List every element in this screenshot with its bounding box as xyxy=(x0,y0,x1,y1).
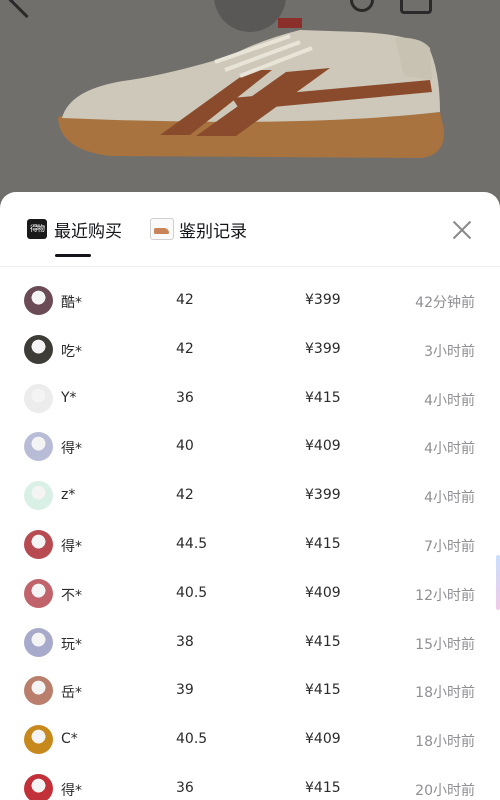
close-icon[interactable] xyxy=(450,218,474,242)
purchase-row: 玩* 38 ¥415 15小时前 xyxy=(0,619,500,668)
buyer-name: 玩* xyxy=(61,636,82,653)
user-avatar xyxy=(24,529,53,559)
buyer-name: C* xyxy=(61,731,78,748)
purchase-price: ¥409 xyxy=(305,731,341,748)
purchase-row: Y* 36 ¥415 4小时前 xyxy=(0,375,500,424)
purchase-time: 15小时前 xyxy=(415,636,475,653)
product-shoe-image xyxy=(58,18,445,158)
purchase-row: 得* 36 ¥415 20小时前 xyxy=(0,765,500,800)
buyer-name: 得* xyxy=(61,538,82,555)
buyer-name: 酷* xyxy=(61,295,82,311)
shoe-size: 42 xyxy=(176,292,194,308)
user-avatar xyxy=(24,773,53,800)
purchase-time: 3小时前 xyxy=(424,343,475,360)
user-avatar xyxy=(24,334,53,364)
purchase-time: 18小时前 xyxy=(415,734,475,751)
tab-authentication-records[interactable]: 鉴别记录 xyxy=(150,216,247,242)
user-avatar xyxy=(24,481,53,511)
purchase-time: 12小时前 xyxy=(415,587,475,604)
purchase-price: ¥415 xyxy=(305,535,341,552)
shoe-thumbnail-icon xyxy=(150,218,174,240)
sheet-header: 得物 最近购买 鉴别记录 xyxy=(0,192,500,267)
purchase-price: ¥415 xyxy=(305,682,341,699)
purchase-list: 酷* 42 ¥399 42分钟前 吃* 42 ¥399 3小时前 Y* 36 ¥415 4小时前 得* 4… xyxy=(0,277,500,800)
purchase-price: ¥399 xyxy=(305,487,341,504)
purchase-row: 岳* 39 ¥415 18小时前 xyxy=(0,667,500,716)
recent-purchases-sheet: 得物 最近购买 鉴别记录 酷* 42 ¥399 42分钟前吃* 42 ¥399 3小时前 Y*… xyxy=(0,192,500,800)
purchase-row: 得* 40 ¥409 4小时前 xyxy=(0,423,500,472)
shoe-size: 36 xyxy=(176,779,194,796)
shoe-size: 40.5 xyxy=(176,731,208,748)
buyer-name: 得* xyxy=(61,441,82,458)
user-avatar xyxy=(24,676,53,706)
purchase-row: C* 40.5 ¥409 18小时前 xyxy=(0,716,500,765)
shoe-size: 39 xyxy=(176,682,194,699)
tab-recent-purchases[interactable]: 得物 最近购买 xyxy=(27,216,122,242)
buyer-name: 吃* xyxy=(61,343,82,360)
shoe-size: 42 xyxy=(176,487,194,504)
shoe-size: 42 xyxy=(176,340,194,357)
purchase-time: 18小时前 xyxy=(415,685,475,702)
purchase-price: ¥399 xyxy=(305,292,341,308)
purchase-price: ¥399 xyxy=(305,340,341,357)
user-avatar xyxy=(24,578,53,608)
tab-recent-label: 最近购买 xyxy=(54,221,122,242)
purchase-price: ¥415 xyxy=(305,389,341,406)
scroll-accent xyxy=(496,555,500,610)
purchase-time: 4小时前 xyxy=(424,392,475,409)
user-avatar xyxy=(24,383,53,413)
purchase-row: 吃* 42 ¥399 3小时前 xyxy=(0,326,500,375)
buyer-name: 得* xyxy=(61,782,82,799)
user-avatar xyxy=(24,286,53,315)
purchase-row: z* 42 ¥399 4小时前 xyxy=(0,472,500,521)
buyer-name: 不* xyxy=(61,587,82,604)
active-tab-indicator xyxy=(55,254,91,257)
purchase-row: 酷* 42 ¥399 42分钟前 xyxy=(0,277,500,326)
shoe-size: 40 xyxy=(176,438,194,455)
purchase-time: 42分钟前 xyxy=(415,295,475,311)
buyer-name: Y* xyxy=(61,389,77,406)
tab-auth-label: 鉴别记录 xyxy=(179,221,247,242)
purchase-time: 4小时前 xyxy=(424,441,475,458)
buyer-name: z* xyxy=(61,487,76,504)
shoe-size: 38 xyxy=(176,633,194,650)
user-avatar xyxy=(24,432,53,462)
purchase-time: 4小时前 xyxy=(424,490,475,507)
purchase-price: ¥409 xyxy=(305,438,341,455)
shoe-size: 44.5 xyxy=(176,535,208,552)
purchase-price: ¥415 xyxy=(305,779,341,796)
得物-logo-icon: 得物 xyxy=(27,219,47,239)
product-image-area xyxy=(0,0,500,200)
purchase-price: ¥415 xyxy=(305,633,341,650)
purchase-price: ¥409 xyxy=(305,584,341,601)
shoe-size: 36 xyxy=(176,389,194,406)
user-avatar xyxy=(24,725,53,755)
purchase-time: 7小时前 xyxy=(424,538,475,555)
purchase-row: 得* 44.5 ¥415 7小时前 xyxy=(0,521,500,570)
purchase-time: 20小时前 xyxy=(415,782,475,799)
purchase-row: 不* 40.5 ¥409 12小时前 xyxy=(0,570,500,619)
buyer-name: 岳* xyxy=(61,685,82,702)
user-avatar xyxy=(24,627,53,657)
shoe-size: 40.5 xyxy=(176,584,208,601)
